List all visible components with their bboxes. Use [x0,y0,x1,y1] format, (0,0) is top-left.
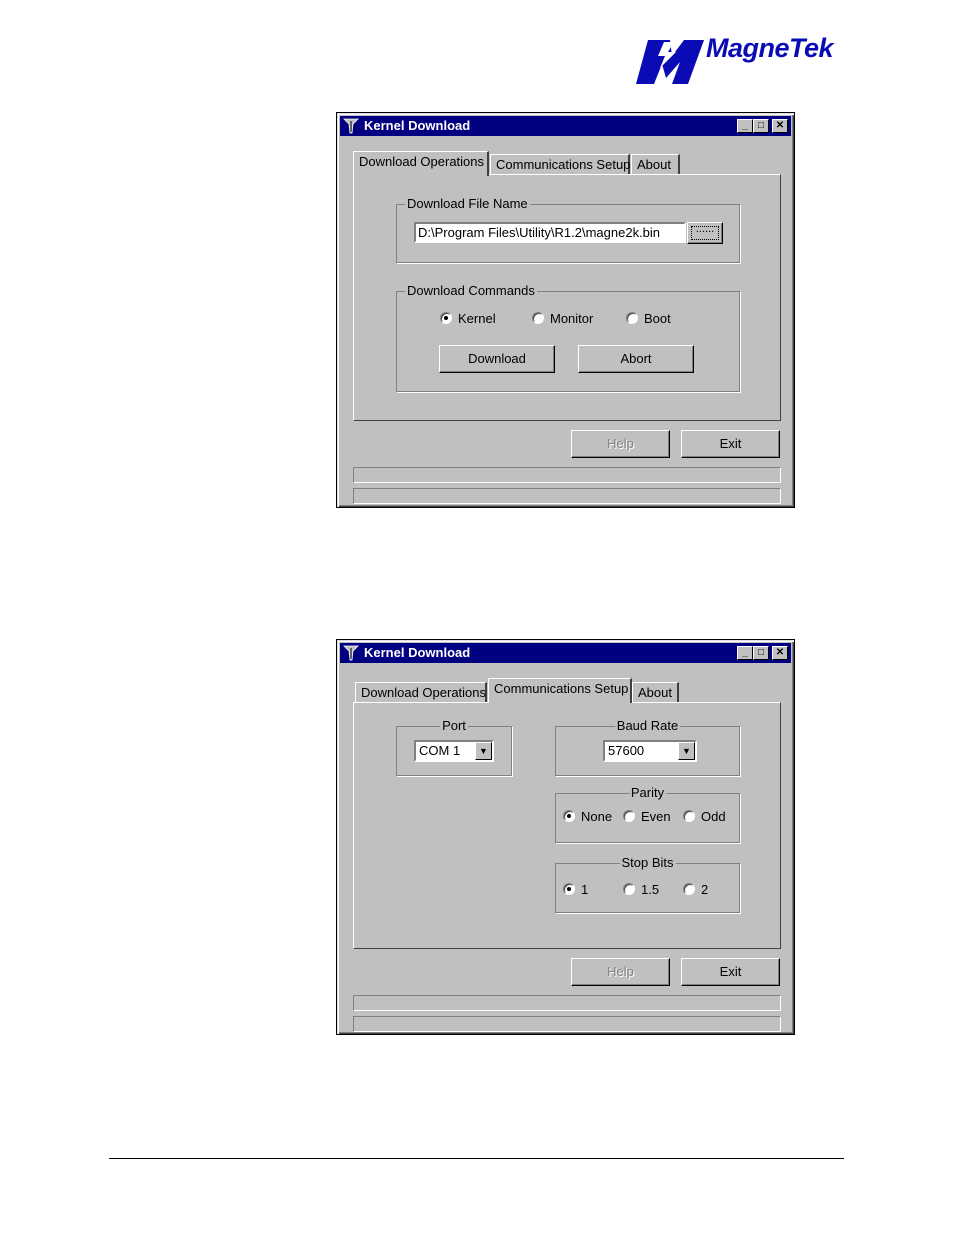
radio-stop-bits-2[interactable]: 2 [683,883,708,897]
browse-button[interactable]: ...... [687,222,723,244]
radio-parity-odd[interactable]: Odd [683,810,726,824]
radio-indicator [563,810,575,822]
radio-indicator [623,810,635,822]
radio-stop-bits-1-5[interactable]: 1.5 [623,883,659,897]
tab-download-operations[interactable]: Download Operations [355,682,487,704]
status-bar-primary [353,467,781,483]
radio-monitor[interactable]: Monitor [532,312,593,326]
tab-download-operations[interactable]: Download Operations [353,151,489,176]
status-bar-secondary [353,1016,781,1032]
radio-label: Even [641,809,671,824]
kernel-download-window-communications: Kernel Download _ □ ✕ Download Operation… [336,639,795,1035]
title-bar: Kernel Download _ □ ✕ [340,116,791,136]
baud-rate-group: Baud Rate 57600 ▼ [555,718,740,776]
radio-parity-none[interactable]: None [563,810,612,824]
radio-indicator [532,312,544,324]
radio-boot[interactable]: Boot [626,312,671,326]
port-select-value: COM 1 [419,743,461,758]
radio-indicator [626,312,638,324]
title-bar: Kernel Download _ □ ✕ [340,643,791,663]
group-label: Stop Bits [619,855,676,870]
radio-label: 1 [581,882,589,897]
minimize-button[interactable]: _ [737,119,753,133]
radio-kernel[interactable]: Kernel [440,312,496,326]
radio-label: Odd [701,809,726,824]
file-path-input[interactable]: D:\Program Files\Utility\R1.2\magne2k.bi… [414,222,686,243]
port-group: Port COM 1 ▼ [396,718,512,776]
exit-button[interactable]: Exit [681,958,780,986]
help-button[interactable]: Help [571,430,670,458]
radio-indicator [683,810,695,822]
tab-communications-setup[interactable]: Communications Setup [490,154,630,176]
group-label: Download Commands [405,283,537,298]
group-label: Port [440,718,468,733]
tab-panel-download-operations: Download File Name D:\Program Files\Util… [353,174,781,421]
exit-button[interactable]: Exit [681,430,780,458]
radio-parity-even[interactable]: Even [623,810,671,824]
radio-indicator [683,883,695,895]
app-icon [343,118,359,134]
radio-stop-bits-1[interactable]: 1 [563,883,588,897]
port-select[interactable]: COM 1 ▼ [414,740,494,762]
baud-rate-select[interactable]: 57600 ▼ [603,740,697,762]
radio-label: 2 [701,882,709,897]
help-button[interactable]: Help [571,958,670,986]
chevron-down-icon[interactable]: ▼ [475,742,492,760]
download-commands-group: Download Commands Kernel Monitor Boot Do… [396,283,740,392]
group-label: Baud Rate [614,718,681,733]
app-icon [343,645,359,661]
maximize-button[interactable]: □ [753,119,769,133]
radio-indicator [623,883,635,895]
radio-indicator [563,883,575,895]
chevron-down-icon[interactable]: ▼ [678,742,695,760]
radio-label: Boot [644,311,671,326]
kernel-download-window-operations: Kernel Download _ □ ✕ Download Operation… [336,112,795,508]
tab-about[interactable]: About [632,682,679,704]
parity-group: Parity None Even Odd [555,785,740,843]
maximize-button[interactable]: □ [753,646,769,660]
footer-divider [109,1158,844,1159]
radio-label: Monitor [550,311,594,326]
tab-communications-setup[interactable]: Communications Setup [488,678,632,703]
group-label: Parity [628,785,667,800]
close-button[interactable]: ✕ [772,119,788,133]
status-bar-primary [353,995,781,1011]
tab-about[interactable]: About [631,154,680,176]
status-bar-secondary [353,488,781,504]
window-title: Kernel Download [364,118,471,133]
tab-panel-communications-setup: Port COM 1 ▼ Baud Rate 57600 ▼ Parity No… [353,702,781,949]
stop-bits-group: Stop Bits 1 1.5 2 [555,855,740,913]
abort-button[interactable]: Abort [578,345,694,373]
group-label: Download File Name [405,196,530,211]
radio-label: Kernel [458,311,496,326]
close-button[interactable]: ✕ [772,646,788,660]
radio-label: None [581,809,613,824]
download-button[interactable]: Download [439,345,555,373]
minimize-button[interactable]: _ [737,646,753,660]
baud-rate-select-value: 57600 [608,743,645,758]
download-file-name-group: Download File Name D:\Program Files\Util… [396,196,740,263]
radio-indicator [440,312,452,324]
magnetek-logo-text: MagneTek [706,33,834,63]
window-title: Kernel Download [364,645,471,660]
radio-label: 1.5 [641,882,660,897]
